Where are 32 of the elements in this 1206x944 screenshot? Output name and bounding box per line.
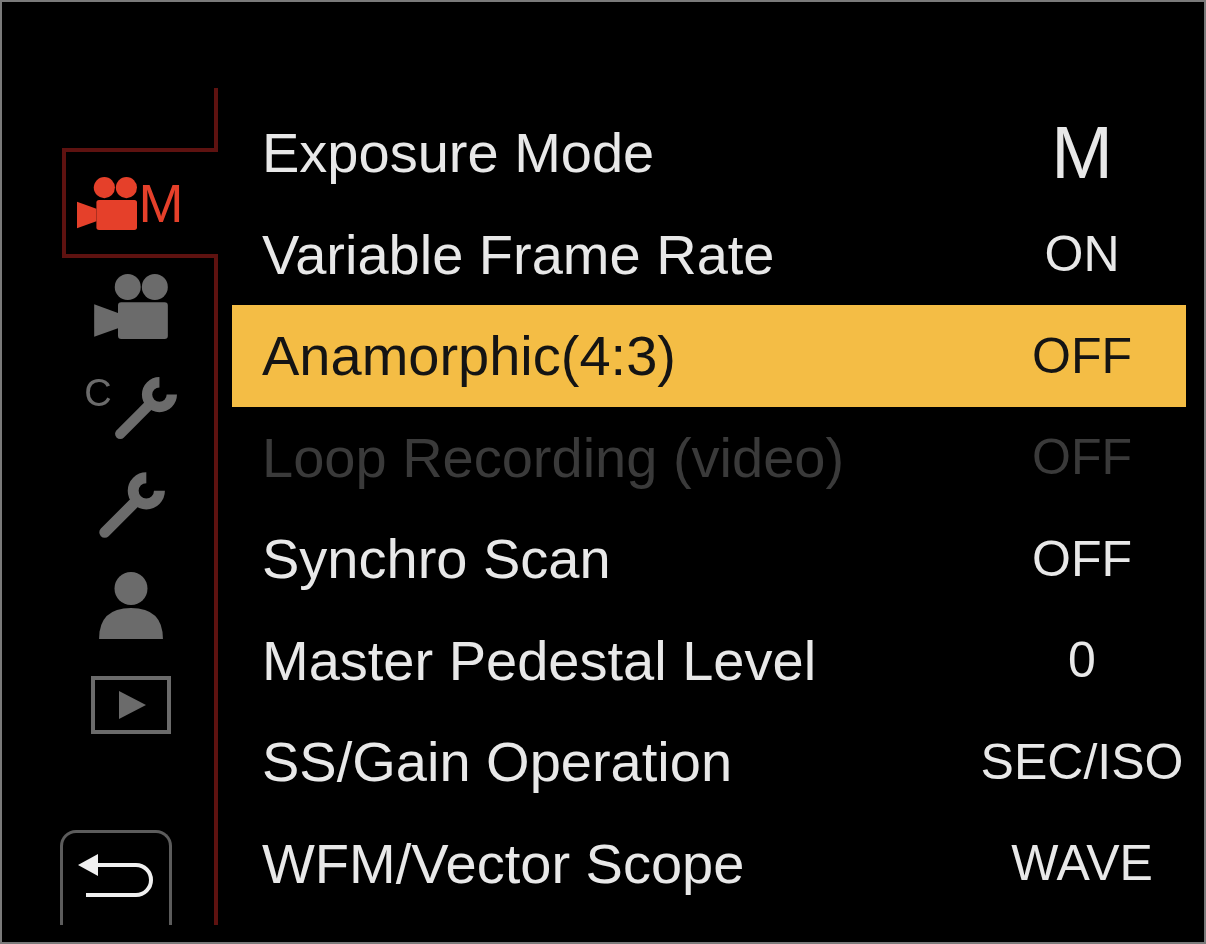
setting-value: OFF	[1031, 326, 1133, 385]
menu-item[interactable]: Exposure Mode M	[232, 102, 1186, 204]
setting-label: Variable Frame Rate	[262, 221, 776, 287]
menu-item[interactable]: Anamorphic(4:3) OFF	[232, 305, 1186, 407]
menu-item[interactable]: Variable Frame Rate ON	[232, 203, 1186, 305]
back-arrow-icon	[78, 854, 154, 898]
setting-value: WAVE	[1010, 834, 1154, 893]
setting-label: Exposure Mode	[262, 120, 656, 186]
setting-value: ON	[1043, 225, 1121, 284]
movie-camera-icon	[76, 176, 137, 230]
movie-camera-icon	[94, 274, 168, 339]
setting-value: SEC/ISO	[979, 732, 1185, 791]
menu-item[interactable]: Master Pedestal Level 0	[232, 609, 1186, 711]
person-icon	[97, 571, 165, 639]
setting-value: 0	[1067, 631, 1097, 690]
wrench-icon	[96, 471, 166, 539]
setting-value: M	[1050, 110, 1114, 196]
play-icon	[91, 676, 171, 734]
menu-item[interactable]: SS/Gain Operation SEC/ISO	[232, 711, 1186, 813]
setting-label: Synchro Scan	[262, 526, 612, 592]
menu-item[interactable]: WFM/Vector Scope WAVE	[232, 812, 1186, 914]
setting-value: OFF	[1031, 428, 1133, 487]
setting-label: SS/Gain Operation	[262, 729, 734, 795]
setting-label: Loop Recording (video)	[262, 424, 846, 490]
menu-tab[interactable]: C	[76, 362, 186, 448]
setting-label: WFM/Vector Scope	[262, 830, 746, 896]
menu-tab[interactable]: M	[62, 148, 218, 258]
menu-item[interactable]: Synchro Scan OFF	[232, 508, 1186, 610]
setting-label: Anamorphic(4:3)	[262, 323, 677, 389]
back-button[interactable]	[60, 830, 172, 925]
setting-value: OFF	[1031, 529, 1133, 588]
setting-label: Master Pedestal Level	[262, 627, 818, 693]
